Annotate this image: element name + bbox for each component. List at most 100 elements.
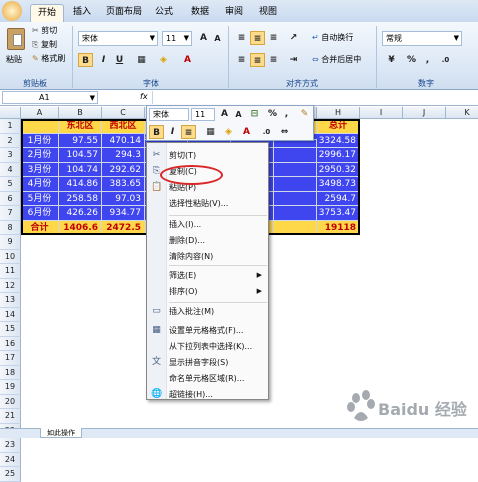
- row-header-18[interactable]: 18: [0, 365, 21, 380]
- shrink-font-button[interactable]: A: [210, 32, 225, 46]
- row-header-16[interactable]: 16: [0, 336, 21, 351]
- bold-icon[interactable]: B: [149, 125, 164, 139]
- tab-formulas[interactable]: 公式: [150, 4, 178, 22]
- wrap-text-button[interactable]: ↵ 自动换行: [312, 32, 353, 44]
- tab-review[interactable]: 审阅: [220, 4, 248, 22]
- row-header-9[interactable]: 9: [0, 235, 21, 250]
- tab-insert[interactable]: 插入: [68, 4, 96, 22]
- format-painter-icon[interactable]: ✎: [297, 107, 312, 121]
- grow-font-icon[interactable]: A: [217, 107, 232, 121]
- italic-button[interactable]: I: [96, 53, 111, 67]
- bold-button[interactable]: B: [78, 53, 93, 67]
- copy-button[interactable]: ⎘ 复制: [32, 39, 57, 51]
- tab-page-layout[interactable]: 页面布局: [102, 4, 146, 22]
- row-header-25[interactable]: 25: [0, 467, 21, 482]
- row-header-4[interactable]: 4: [0, 162, 21, 177]
- row-header-1[interactable]: 1: [0, 119, 21, 134]
- indent-icon[interactable]: ⇥: [286, 53, 301, 67]
- fx-icon[interactable]: fx: [140, 92, 148, 101]
- column-header-I[interactable]: I: [360, 107, 403, 119]
- row-header-17[interactable]: 17: [0, 351, 21, 366]
- select-all-corner[interactable]: [0, 107, 21, 119]
- menu-item-8[interactable]: 排序(O) ▶: [147, 284, 268, 299]
- align-center-icon[interactable]: ≡: [250, 53, 265, 67]
- row-header-11[interactable]: 11: [0, 264, 21, 279]
- menu-item-4[interactable]: 插入(I)...: [147, 217, 268, 232]
- currency-icon[interactable]: ⊟: [247, 107, 262, 121]
- row-header-5[interactable]: 5: [0, 177, 21, 192]
- align-middle-icon[interactable]: ≡: [250, 31, 265, 45]
- menu-item-10[interactable]: ▦ 设置单元格格式(F)...: [147, 323, 268, 338]
- mini-size-select[interactable]: 11: [191, 108, 215, 121]
- name-box[interactable]: A1 ▼: [2, 91, 98, 104]
- orientation-icon[interactable]: ↗: [286, 31, 301, 45]
- row-header-20[interactable]: 20: [0, 394, 21, 409]
- align-bottom-icon[interactable]: ≡: [266, 31, 281, 45]
- menu-item-11[interactable]: 从下拉列表中选择(K)...: [147, 339, 268, 354]
- align-right-icon[interactable]: ≡: [266, 53, 281, 67]
- number-format-select[interactable]: 常规 ▼: [382, 31, 462, 46]
- row-header-6[interactable]: 6: [0, 191, 21, 206]
- font-name-select[interactable]: 宋体 ▼: [78, 31, 158, 46]
- font-size-select[interactable]: 11 ▼: [162, 31, 192, 46]
- font-color-icon[interactable]: A: [239, 125, 254, 139]
- row-header-10[interactable]: 10: [0, 249, 21, 264]
- row-header-7[interactable]: 7: [0, 206, 21, 221]
- tab-data[interactable]: 数据: [186, 4, 214, 22]
- row-header-8[interactable]: 8: [0, 220, 21, 235]
- fill-color-icon[interactable]: ◈: [221, 125, 236, 139]
- italic-icon[interactable]: I: [165, 125, 180, 139]
- row-header-23[interactable]: 23: [0, 438, 21, 453]
- tab-home[interactable]: 开始: [30, 4, 64, 22]
- underline-button[interactable]: U: [112, 53, 127, 67]
- row-header-24[interactable]: 24: [0, 452, 21, 467]
- fill-color-icon[interactable]: ◈: [156, 53, 171, 67]
- row-header-3[interactable]: 3: [0, 148, 21, 163]
- grow-font-button[interactable]: A: [196, 31, 211, 45]
- sheet-tab[interactable]: 如此操作: [40, 428, 82, 438]
- percent-button[interactable]: %: [265, 107, 280, 121]
- percent-button[interactable]: %: [404, 53, 419, 67]
- comma-button[interactable]: ,: [279, 107, 294, 121]
- menu-item-12[interactable]: 文显示拼音字段(S): [147, 355, 268, 370]
- menu-item-0[interactable]: ✂ 剪切(T): [147, 148, 268, 163]
- column-header-H[interactable]: H: [317, 107, 360, 119]
- row-header-12[interactable]: 12: [0, 278, 21, 293]
- currency-icon[interactable]: ¥: [384, 53, 399, 67]
- column-header-K[interactable]: K: [446, 107, 478, 119]
- menu-item-14[interactable]: 🌐 超链接(H)...: [147, 387, 268, 402]
- column-header-C[interactable]: C: [102, 107, 145, 119]
- font-color-icon[interactable]: A: [180, 53, 195, 67]
- menu-item-7[interactable]: 筛选(E) ▶: [147, 268, 268, 283]
- decimal-icon[interactable]: .0: [438, 53, 453, 67]
- borders-icon[interactable]: ▦: [134, 53, 149, 67]
- row-header-19[interactable]: 19: [0, 380, 21, 395]
- menu-item-3[interactable]: 选择性粘贴(V)...: [147, 196, 268, 211]
- align-left-icon[interactable]: ≡: [234, 53, 249, 67]
- mini-font-select[interactable]: 宋体: [149, 108, 189, 121]
- tab-view[interactable]: 视图: [254, 4, 282, 22]
- cut-button[interactable]: ✂ 剪切: [32, 25, 57, 37]
- row-header-15[interactable]: 15: [0, 322, 21, 337]
- merge-icon[interactable]: ⇔: [277, 125, 292, 139]
- column-header-A[interactable]: A: [21, 107, 59, 119]
- column-header-J[interactable]: J: [403, 107, 446, 119]
- row-header-2[interactable]: 2: [0, 133, 21, 148]
- borders-icon[interactable]: ▦: [203, 125, 218, 139]
- formula-input[interactable]: [152, 91, 476, 104]
- merge-center-button[interactable]: ⇔ 合并后居中: [312, 54, 361, 66]
- paste-button[interactable]: 粘贴: [4, 26, 28, 74]
- menu-item-9[interactable]: ▭ 插入批注(M): [147, 304, 268, 319]
- row-header-21[interactable]: 21: [0, 409, 21, 424]
- comma-button[interactable]: ,: [420, 53, 435, 67]
- menu-item-5[interactable]: 删除(D)...: [147, 233, 268, 248]
- column-header-B[interactable]: B: [59, 107, 102, 119]
- align-top-icon[interactable]: ≡: [234, 31, 249, 45]
- row-header-13[interactable]: 13: [0, 293, 21, 308]
- shrink-font-icon[interactable]: A: [231, 108, 246, 122]
- menu-item-13[interactable]: 命名单元格区域(R)...: [147, 371, 268, 386]
- center-align-icon[interactable]: ≡: [181, 125, 196, 139]
- office-button[interactable]: [2, 1, 22, 21]
- format-painter-button[interactable]: ✎ 格式刷: [32, 53, 65, 65]
- row-header-14[interactable]: 14: [0, 307, 21, 322]
